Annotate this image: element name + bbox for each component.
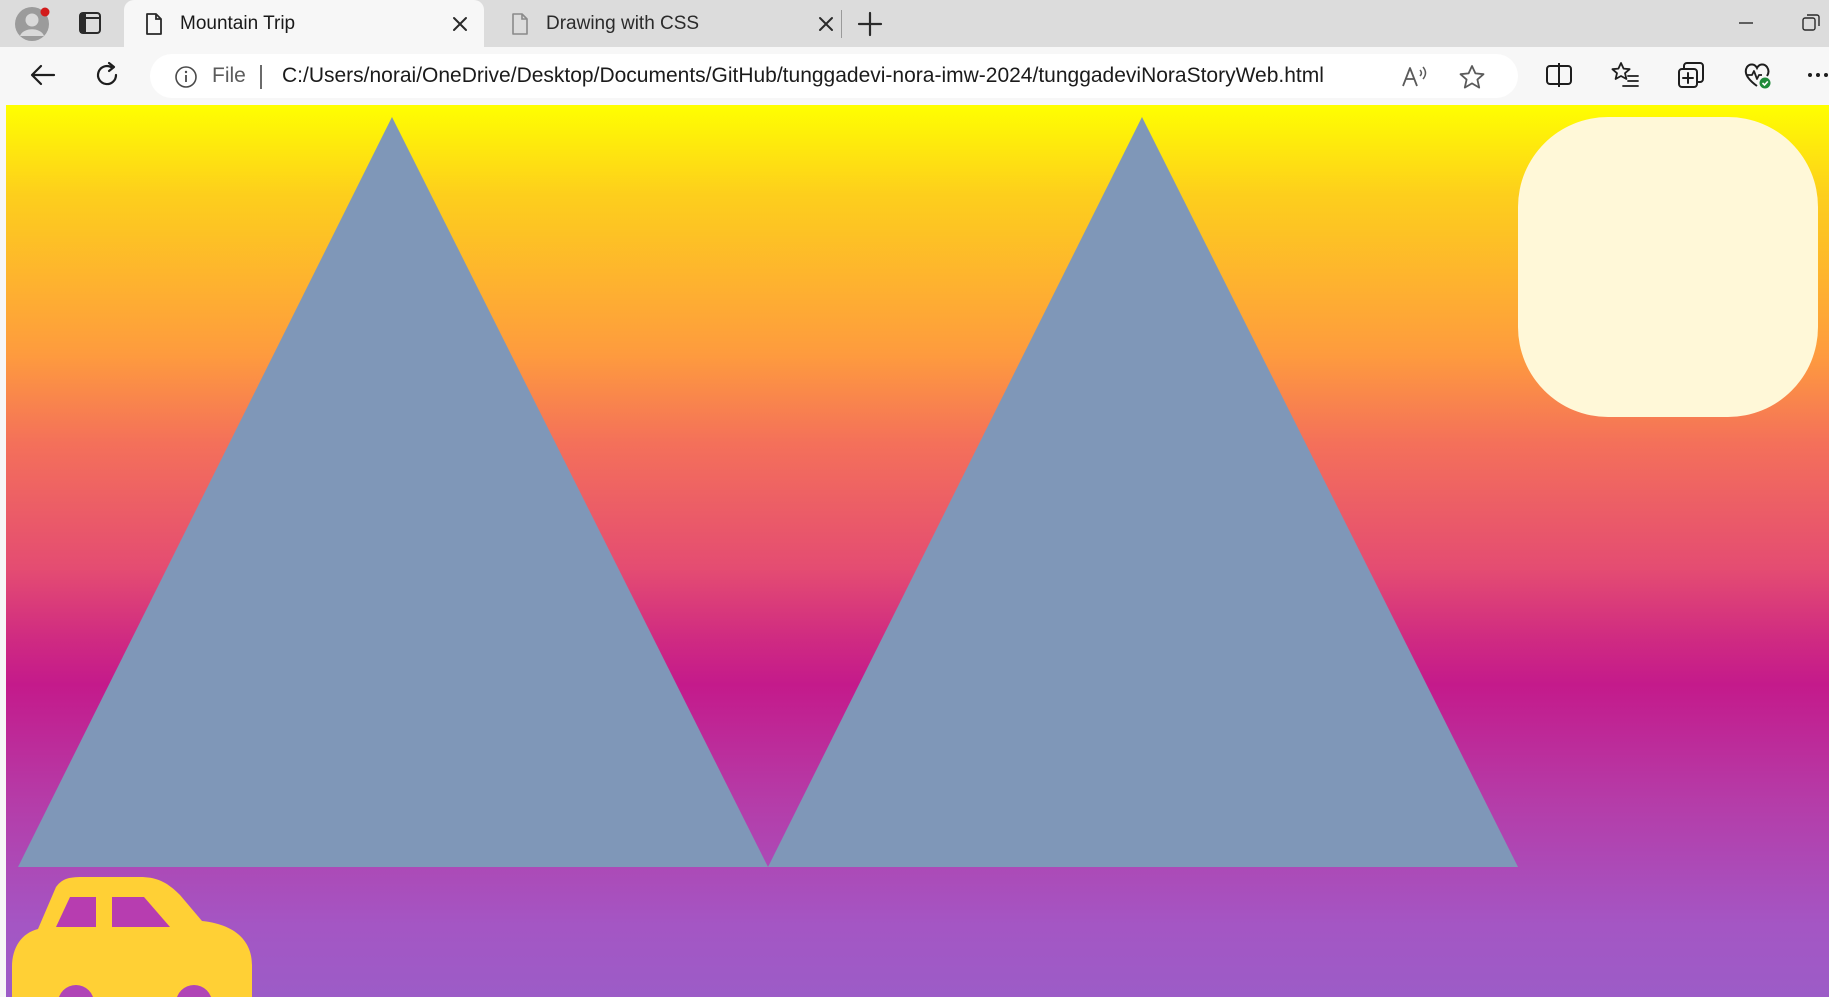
read-aloud-icon[interactable]: [1400, 64, 1428, 90]
close-icon[interactable]: [450, 14, 470, 34]
address-bar[interactable]: File C:/Users/norai/OneDrive/Desktop/Doc…: [150, 54, 1518, 98]
maximize-icon[interactable]: [1800, 12, 1822, 34]
browser-essentials-icon[interactable]: [1742, 60, 1772, 90]
car-icon: [12, 877, 252, 997]
close-icon[interactable]: [816, 14, 836, 34]
tab-separator: [841, 10, 842, 38]
plus-icon[interactable]: [856, 10, 884, 38]
back-arrow-icon[interactable]: [28, 60, 58, 90]
browser-toolbar: File C:/Users/norai/OneDrive/Desktop/Doc…: [0, 47, 1829, 105]
page-icon: [510, 13, 530, 35]
url-text[interactable]: C:/Users/norai/OneDrive/Desktop/Document…: [282, 64, 1324, 88]
favorites-icon[interactable]: [1610, 60, 1640, 90]
refresh-icon[interactable]: [92, 60, 122, 90]
sun-shape: [1518, 117, 1818, 417]
minimize-icon[interactable]: [1736, 12, 1756, 32]
tab-strip: Mountain Trip Drawing with CSS: [0, 0, 1829, 47]
page-icon: [144, 13, 164, 35]
page-viewport: [6, 105, 1829, 997]
star-icon[interactable]: [1458, 64, 1486, 90]
profile-avatar-icon[interactable]: [14, 6, 50, 42]
left-mountain: [18, 117, 768, 867]
more-icon[interactable]: [1804, 60, 1829, 90]
tab-actions-icon[interactable]: [72, 9, 108, 39]
address-divider: [260, 65, 262, 89]
collections-icon[interactable]: [1676, 60, 1706, 90]
url-scheme-label: File: [212, 64, 246, 87]
tab-mountain-trip[interactable]: Mountain Trip: [124, 0, 484, 47]
tab-title: Drawing with CSS: [546, 13, 700, 34]
info-icon[interactable]: [174, 65, 198, 89]
split-screen-icon[interactable]: [1544, 60, 1574, 90]
right-mountain: [768, 117, 1518, 867]
tab-title: Mountain Trip: [180, 13, 296, 34]
tab-drawing-with-css[interactable]: Drawing with CSS: [490, 0, 850, 47]
